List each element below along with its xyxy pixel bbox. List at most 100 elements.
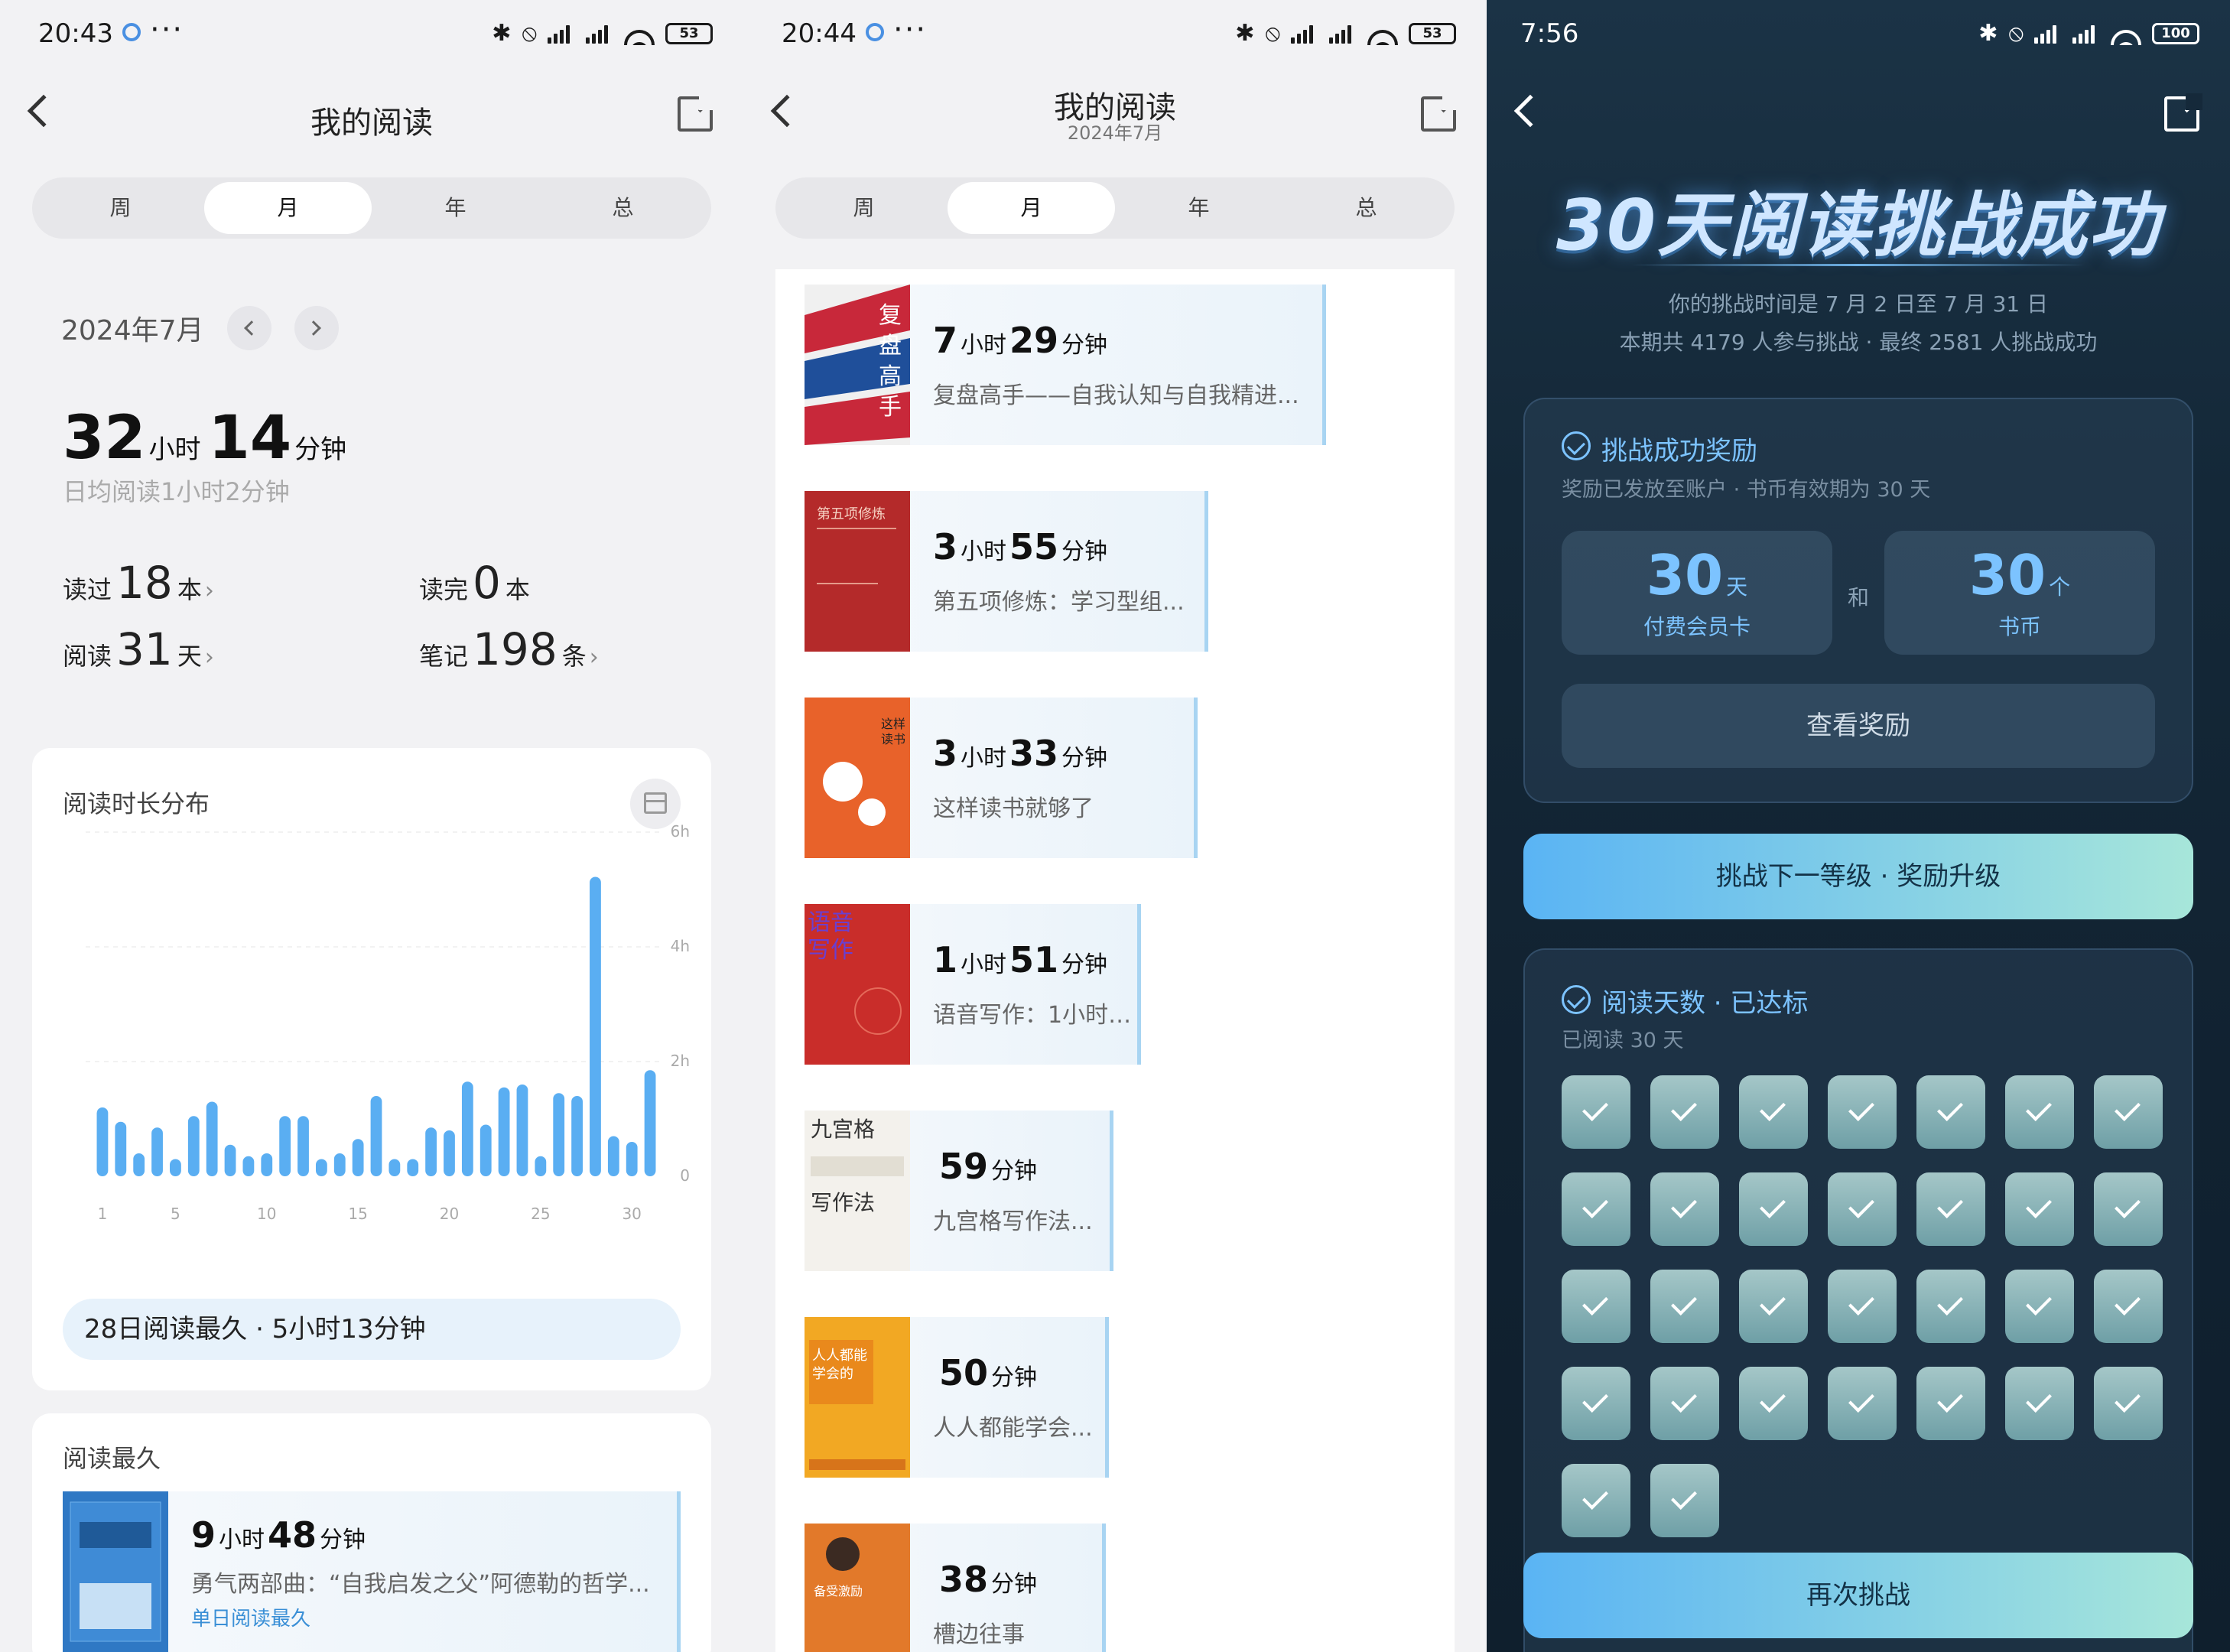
- chart-bar[interactable]: [297, 1116, 309, 1176]
- next-month-button[interactable]: [294, 306, 339, 350]
- chart-bar[interactable]: [187, 1116, 200, 1176]
- mute-icon: ⦸: [1265, 20, 1280, 47]
- check-circle-icon: [1562, 985, 1591, 1014]
- book-item[interactable]: 这样 读书 3 小时 33 分钟 这样读书就够了: [805, 698, 1198, 858]
- chart-bar[interactable]: [607, 1136, 619, 1177]
- chart-bar[interactable]: [370, 1096, 382, 1176]
- reading-days-stat[interactable]: 阅读 31 天 ›: [63, 623, 214, 675]
- day-check: [2094, 1075, 2163, 1149]
- book-item[interactable]: 复 盘 高 手 7 小时 29 分钟 复盘高手——自我认知与自我精进...: [805, 285, 1326, 445]
- day-check: [1916, 1075, 1985, 1149]
- chart-bar[interactable]: [315, 1159, 327, 1177]
- chart-bar[interactable]: [407, 1159, 419, 1177]
- svg-text:写作法: 写作法: [811, 1190, 875, 1215]
- book-cover: 这样 读书: [805, 698, 910, 858]
- next-level-button[interactable]: 挑战下一等级 · 奖励升级: [1523, 834, 2193, 919]
- chart-bar[interactable]: [553, 1093, 565, 1176]
- chart-bar[interactable]: [170, 1159, 181, 1177]
- wifi-icon: [1367, 22, 1398, 45]
- chart-bar[interactable]: [498, 1087, 510, 1176]
- chart-bar[interactable]: [96, 1107, 109, 1176]
- more-dots-icon: ···: [150, 12, 184, 47]
- book-title: 这样读书就够了: [933, 795, 1094, 822]
- nav-bar: [1487, 76, 2230, 153]
- notes-stat[interactable]: 笔记 198 条 ›: [419, 623, 599, 675]
- stat-unit: 本: [177, 575, 202, 604]
- chart-bar[interactable]: [151, 1127, 163, 1176]
- chart-bar[interactable]: [279, 1116, 291, 1176]
- chart-bar[interactable]: [571, 1096, 583, 1176]
- share-icon[interactable]: [678, 93, 716, 132]
- svg-text:这样: 这样: [881, 717, 905, 731]
- chart-bar[interactable]: [590, 876, 601, 1177]
- x-tick-label: 1: [98, 1205, 108, 1223]
- book-item[interactable]: 语音 写作 1 小时 51 分钟 语音写作：1小时1...: [805, 904, 1141, 1065]
- reward-title: 挑战成功奖励: [1601, 436, 1757, 467]
- minutes-unit: 分钟: [1061, 332, 1108, 359]
- retry-button[interactable]: 再次挑战: [1523, 1553, 2193, 1638]
- notification-icon: [122, 23, 141, 41]
- chart-bar[interactable]: [535, 1156, 547, 1176]
- chart-bar[interactable]: [516, 1085, 528, 1176]
- chart-bar[interactable]: [388, 1159, 401, 1177]
- prev-month-button[interactable]: [226, 306, 271, 350]
- view-reward-button[interactable]: 查看奖励: [1562, 684, 2155, 768]
- minutes-unit: 分钟: [991, 1158, 1038, 1185]
- tab-week[interactable]: 周: [37, 182, 204, 234]
- time-hours: 9: [191, 1514, 216, 1556]
- chart-bar[interactable]: [626, 1142, 638, 1176]
- chevron-right-icon: ›: [204, 644, 214, 671]
- chart-bar[interactable]: [479, 1124, 492, 1177]
- chart-bar[interactable]: [261, 1153, 273, 1176]
- longest-tag: 单日阅读最久: [191, 1608, 311, 1631]
- books-read-stat[interactable]: 读过 18 本 ›: [63, 557, 214, 609]
- chart-bar[interactable]: [352, 1139, 364, 1176]
- book-cover: 复 盘 高 手: [805, 285, 910, 445]
- reward-card: 挑战成功奖励 奖励已发放至账户 · 书币有效期为 30 天 30 天 付费会员卡 …: [1523, 398, 2193, 803]
- minutes-unit: 分钟: [991, 1571, 1038, 1598]
- back-icon[interactable]: [1513, 94, 1547, 128]
- book-item[interactable]: 九宫格 写作法 59 分钟 九宫格写作法...: [805, 1111, 1113, 1271]
- best-day-pill: 28日阅读最久 · 5小时13分钟: [63, 1299, 681, 1360]
- tab-total[interactable]: 总: [539, 182, 707, 234]
- chart-bar[interactable]: [333, 1153, 346, 1176]
- book-item[interactable]: 人人都能 学会的 50 分钟 人人都能学会...: [805, 1317, 1109, 1478]
- tab-total[interactable]: 总: [1282, 182, 1450, 234]
- day-check: [2005, 1367, 2074, 1440]
- reading-bar-chart: 02h4h6h1 5 10 15 20 25 30: [86, 822, 690, 1223]
- book-item[interactable]: 第五项修炼 3 小时 55 分钟 第五项修炼：学习型组...: [805, 491, 1208, 652]
- chart-bar[interactable]: [206, 1101, 218, 1177]
- chart-bar[interactable]: [644, 1070, 656, 1176]
- chart-bar[interactable]: [224, 1144, 236, 1176]
- day-check: [1916, 1367, 1985, 1440]
- book-item[interactable]: 备受激励 38 分钟 槽边往事: [805, 1524, 1106, 1652]
- chart-bar[interactable]: [425, 1127, 437, 1176]
- share-icon[interactable]: [1421, 93, 1459, 132]
- tab-year[interactable]: 年: [372, 182, 539, 234]
- book-time: 7 小时 29 分钟: [933, 320, 1110, 361]
- chart-bar[interactable]: [461, 1081, 473, 1176]
- reward-subtitle: 奖励已发放至账户 · 书币有效期为 30 天: [1562, 478, 1931, 502]
- time-hours: 3: [933, 733, 958, 774]
- day-check: [1916, 1270, 1985, 1343]
- chart-bar[interactable]: [115, 1121, 127, 1176]
- book-time: 3 小时 55 分钟: [933, 526, 1110, 567]
- reading-days-card: 阅读天数 · 已达标 已阅读 30 天: [1523, 948, 2193, 1652]
- longest-book-item[interactable]: 9 小时 48 分钟 勇气两部曲：“自我启发之父”阿德勒的哲学... 单日阅读最久: [63, 1491, 681, 1652]
- stat-value: 31: [116, 623, 173, 675]
- chart-bar[interactable]: [133, 1153, 145, 1176]
- period-tabs: 周 月 年 总: [775, 177, 1455, 239]
- tab-year[interactable]: 年: [1115, 182, 1282, 234]
- hours-unit: 小时: [219, 1527, 265, 1553]
- hours-unit: 小时: [961, 745, 1007, 772]
- status-time: 7:56: [1520, 18, 1579, 49]
- chart-bar[interactable]: [242, 1156, 255, 1176]
- longest-book-title: 勇气两部曲：“自我启发之父”阿德勒的哲学...: [191, 1571, 650, 1598]
- chart-bar[interactable]: [444, 1130, 455, 1176]
- stat-value: 198: [473, 623, 558, 675]
- share-icon[interactable]: [2164, 93, 2202, 132]
- signal-icon: [1291, 24, 1318, 44]
- tab-week[interactable]: 周: [780, 182, 948, 234]
- tab-month[interactable]: 月: [204, 182, 372, 234]
- tab-month[interactable]: 月: [948, 182, 1115, 234]
